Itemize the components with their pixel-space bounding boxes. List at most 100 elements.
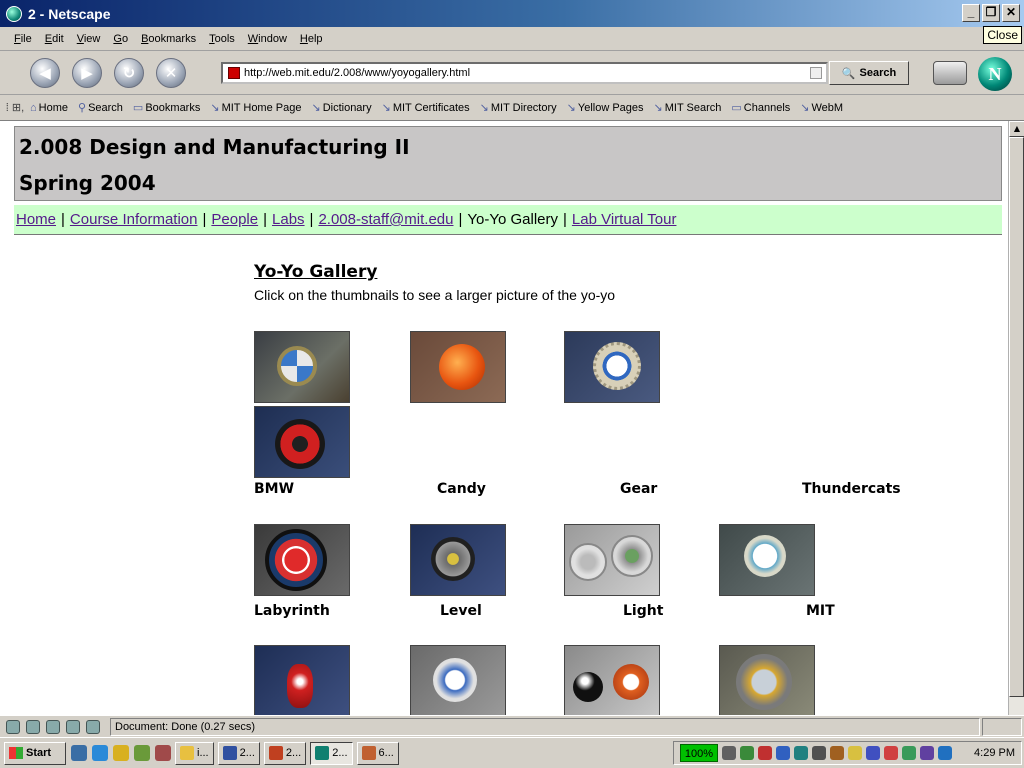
nav-course-information[interactable]: Course Information (70, 211, 198, 228)
task-button-1[interactable]: i... (175, 741, 214, 765)
url-dropdown-icon[interactable] (810, 67, 822, 79)
menu-file[interactable]: File (14, 33, 32, 45)
reload-button[interactable]: ↻ (114, 57, 144, 88)
bookmark-home[interactable]: ⌂ Home (30, 102, 68, 114)
thumbnail-row3-3[interactable] (564, 645, 660, 715)
quick-launch-ie-icon[interactable] (92, 745, 108, 761)
scroll-up-arrow-icon[interactable]: ▲ (1009, 121, 1024, 137)
thumbnail-level[interactable] (410, 524, 506, 596)
bookmark-dictionary[interactable]: ↘ Dictionary (311, 101, 371, 115)
navigator-icon[interactable] (6, 719, 20, 734)
nav-lab-virtual-tour[interactable]: Lab Virtual Tour (572, 211, 677, 228)
netscape-logo-icon[interactable]: N (978, 57, 1012, 91)
nav-people[interactable]: People (211, 211, 258, 228)
nav-home[interactable]: Home (16, 211, 56, 228)
bookmark-webm[interactable]: ↘ WebM (800, 101, 843, 115)
thumbnail-row3-1[interactable] (254, 645, 350, 715)
link-icon: ↘ (381, 102, 391, 114)
task-label: 2... (332, 747, 348, 759)
label-mit: MIT (806, 603, 835, 619)
address-book-icon[interactable] (86, 719, 100, 734)
tray-icon-10[interactable] (902, 746, 917, 760)
link-icon: ↘ (479, 102, 489, 114)
mail-icon[interactable] (26, 719, 40, 734)
tray-icon-6[interactable] (830, 746, 845, 760)
nav-separator: | (458, 211, 463, 228)
tray-icon-12[interactable] (938, 746, 953, 760)
url-bar[interactable]: http://web.mit.edu/2.008/www/yoyogallery… (221, 62, 828, 84)
tray-icon-3[interactable] (776, 746, 791, 760)
menu-window[interactable]: Window (248, 33, 287, 45)
thumbnail-mit[interactable] (719, 524, 815, 596)
task-button-netscape[interactable]: 2... (310, 741, 353, 765)
toolbar-grip-icon[interactable]: ⁞ ⊞, (0, 101, 30, 114)
vertical-scrollbar[interactable]: ▲ (1008, 121, 1024, 715)
forward-button[interactable]: ▶ (72, 57, 102, 88)
tray-icon-4[interactable] (794, 746, 809, 760)
nav-staff-email[interactable]: 2.008-staff@mit.edu (318, 211, 453, 228)
quick-launch-desktop-icon[interactable] (71, 745, 87, 761)
print-icon[interactable] (933, 61, 967, 85)
chat-icon[interactable] (66, 719, 80, 734)
bookmark-channels[interactable]: ▭ Channels (731, 101, 790, 115)
task-button-3[interactable]: 2... (263, 741, 307, 765)
security-lock-icon[interactable] (982, 717, 1022, 736)
menu-view[interactable]: View (77, 33, 101, 45)
task-label: 2... (239, 747, 255, 759)
search-icon: ⚲ (78, 102, 87, 114)
bookmark-mit-search[interactable]: ↘ MIT Search (654, 101, 722, 115)
nav-separator: | (563, 211, 567, 228)
thumbnail-row3-2[interactable] (410, 645, 506, 715)
tray-icon-2[interactable] (758, 746, 773, 760)
menu-bookmarks[interactable]: Bookmarks (141, 33, 196, 45)
task-button-5[interactable]: 6... (356, 741, 399, 765)
tray-icon-7[interactable] (848, 746, 863, 760)
menu-go[interactable]: Go (113, 33, 128, 45)
thumbnail-light[interactable] (564, 524, 660, 596)
zoom-indicator[interactable]: 100% (679, 744, 719, 762)
tray-icon-9[interactable] (884, 746, 899, 760)
bookmark-label: MIT Certificates (392, 101, 470, 114)
bookmark-search[interactable]: ⚲ Search (78, 101, 123, 115)
bookmark-bookmarks[interactable]: ▭ Bookmarks (133, 101, 200, 115)
thumbnail-gear[interactable] (564, 331, 660, 403)
thumbnail-row3-4[interactable] (719, 645, 815, 715)
thumbnail-candy[interactable] (410, 331, 506, 403)
tray-icon-8[interactable] (866, 746, 881, 760)
menu-edit[interactable]: Edit (45, 33, 64, 45)
quick-launch-outlook-icon[interactable] (113, 745, 129, 761)
row3-yoyo-image-2 (433, 658, 477, 702)
clock[interactable]: 4:29 PM (974, 747, 1015, 759)
start-label: Start (26, 747, 52, 759)
thumbnail-thundercats[interactable] (254, 406, 350, 478)
bookmark-certificates[interactable]: ↘ MIT Certificates (381, 101, 470, 115)
menu-tools[interactable]: Tools (209, 33, 235, 45)
quick-launch-media-icon[interactable] (155, 745, 171, 761)
minimize-button[interactable]: _ (962, 4, 980, 22)
composer-icon[interactable] (46, 719, 60, 734)
network-icon[interactable] (722, 746, 737, 760)
thumbnail-labyrinth[interactable] (254, 524, 350, 596)
task-button-2[interactable]: 2... (217, 741, 260, 765)
quick-launch-app-icon[interactable] (134, 745, 150, 761)
tray-icon-1[interactable] (740, 746, 755, 760)
bookmark-mit-home[interactable]: ↘ MIT Home Page (210, 101, 301, 115)
bookmark-yellow-pages[interactable]: ↘ Yellow Pages (567, 101, 644, 115)
start-button[interactable]: Start (4, 741, 66, 765)
scroll-thumb[interactable] (1009, 137, 1024, 697)
stop-button[interactable]: ✕ (156, 57, 186, 88)
system-tray: 100% 4:29 PM (672, 741, 1022, 765)
tray-icon-11[interactable] (920, 746, 935, 760)
netscape-app-icon[interactable] (6, 5, 22, 22)
thumbnail-bmw[interactable] (254, 331, 350, 403)
url-text[interactable]: http://web.mit.edu/2.008/www/yoyogallery… (244, 67, 470, 79)
restore-button[interactable]: ❐ (982, 4, 1000, 22)
close-button[interactable]: ✕ (1002, 4, 1020, 22)
search-button[interactable]: 🔍 Search (829, 61, 909, 85)
menu-help[interactable]: Help (300, 33, 323, 45)
back-button[interactable]: ◀ (30, 57, 60, 88)
bookmark-directory[interactable]: ↘ MIT Directory (479, 101, 557, 115)
tray-icon-5[interactable] (812, 746, 827, 760)
nav-labs[interactable]: Labs (272, 211, 305, 228)
label-thundercats: Thundercats (802, 481, 901, 497)
